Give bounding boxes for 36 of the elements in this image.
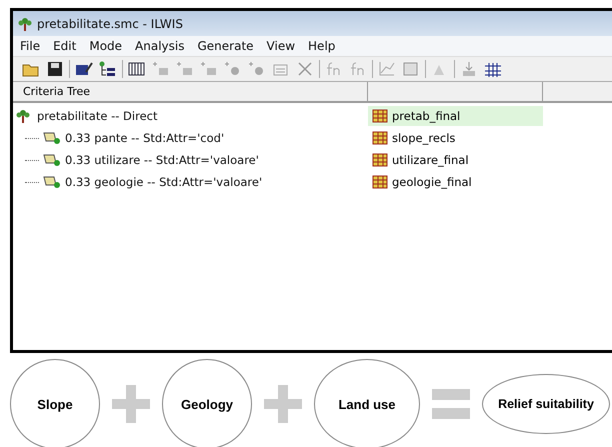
tree-item[interactable]: pretabilitate -- Direct [37,109,158,123]
output-cell[interactable]: geologie_final [368,172,543,192]
output-cell[interactable]: pretab_final [368,106,543,126]
menu-item[interactable]: View [266,39,296,53]
edit-icon[interactable] [74,60,94,78]
circle-node: Land use [314,359,420,447]
tree-icon [17,16,33,32]
add-icon[interactable] [175,60,195,78]
menu-item[interactable]: Edit [53,39,76,53]
plus-icon [264,385,302,423]
circle-node: Slope [10,359,100,447]
menu-item[interactable]: Mode [89,39,122,53]
grid-icon[interactable] [483,60,503,78]
output-cell[interactable]: utilizare_final [368,150,543,170]
add-icon[interactable] [199,60,219,78]
raster-map-icon [372,153,388,167]
window-title: pretabilitate.smc - ILWIS [37,16,183,30]
output-cell[interactable]: slope_recls [368,128,543,148]
circle-node: Geology [162,359,252,447]
raster-map-icon [372,175,388,189]
table-icon[interactable] [127,60,147,78]
menu-item[interactable]: File [20,39,40,53]
raster-map-icon [372,131,388,145]
tree-icon [15,108,31,124]
tree-item[interactable]: 0.33 pante -- Std:Attr='cod' [65,131,224,145]
menu-item[interactable]: Analysis [135,39,184,53]
menu-item[interactable]: Help [308,39,336,53]
graph-icon[interactable] [377,60,397,78]
tree-icon[interactable] [98,60,118,78]
tree-item[interactable]: 0.33 geologie -- Std:Attr='valoare' [65,175,262,189]
tree-item[interactable]: 0.33 utilizare -- Std:Attr='valoare' [65,153,259,167]
ellipse-node: Relief suitability [482,374,610,434]
raster-map-icon [372,109,388,123]
equals-icon [432,389,470,419]
plus-icon [112,385,150,423]
menu-item[interactable]: Generate [198,39,254,53]
